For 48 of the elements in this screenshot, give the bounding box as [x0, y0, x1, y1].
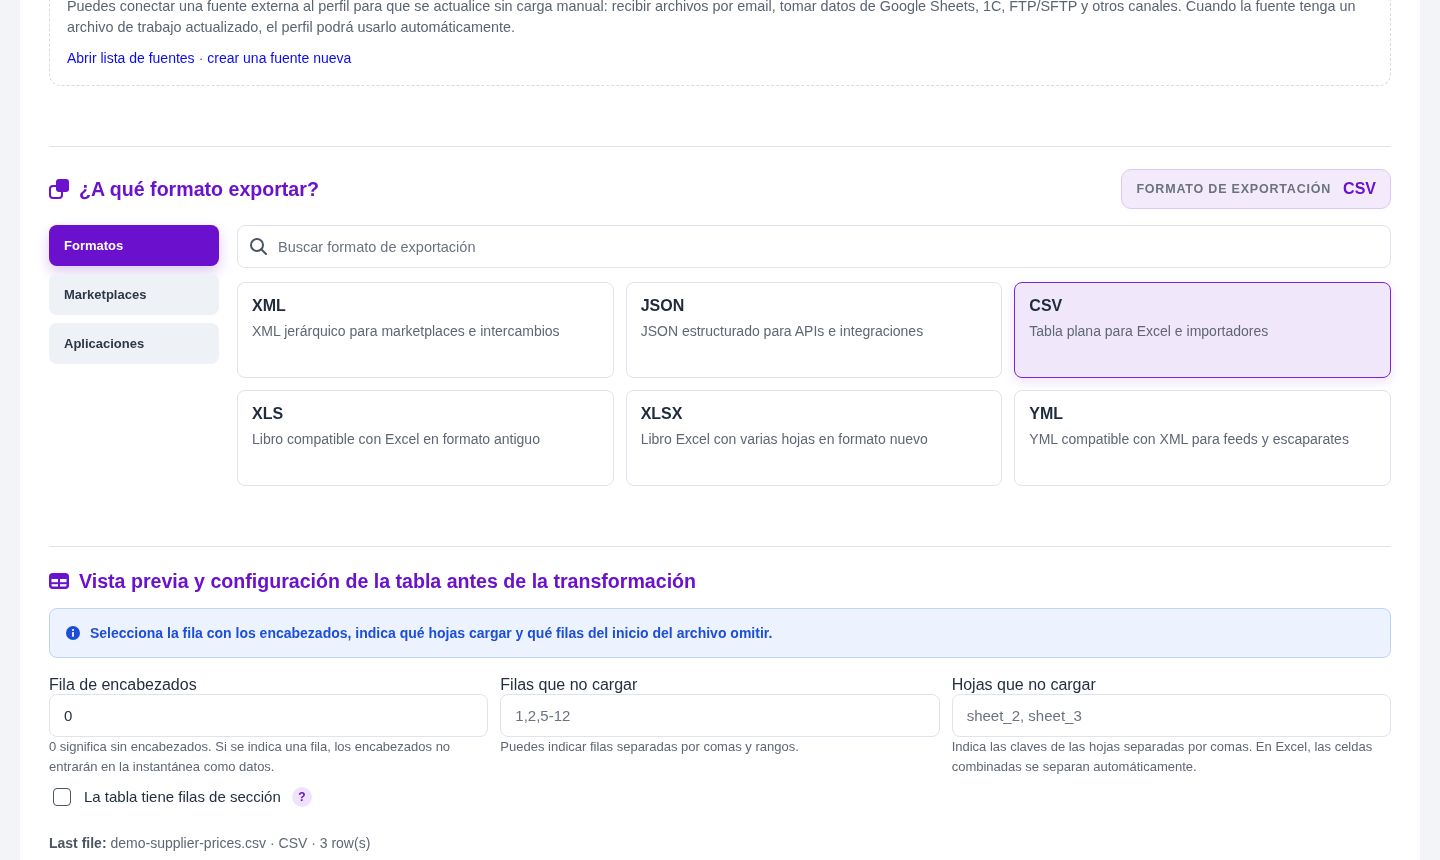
format-card-description: XML jerárquico para marketplaces e intercambios	[252, 322, 560, 341]
format-card[interactable]: XML XML jerárquico para marketplaces e intercambios	[237, 282, 614, 378]
export-format-value: CSV	[1343, 179, 1376, 199]
checkbox[interactable]	[53, 788, 71, 806]
checkbox-label: La tabla tiene filas de sección	[84, 786, 281, 807]
stacked-squares-icon	[49, 179, 69, 199]
format-card-title: XLS	[252, 404, 284, 424]
format-card-description: JSON estructurado para APIs e integraciones	[640, 322, 924, 341]
text-link[interactable]: Abrir lista de fuentes	[67, 48, 195, 69]
format-card[interactable]: XLS Libro compatible con Excel en formato antiguo	[237, 390, 614, 486]
format-card-description: Libro Excel con varias hojas en formato nuevo	[640, 430, 928, 449]
category-tab[interactable]: Marketplaces	[49, 274, 219, 315]
format-card-title: CSV	[1029, 296, 1063, 316]
format-card-description: YML compatible con XML para feeds y escaparates	[1029, 430, 1349, 449]
last-file-info: Last file: demo-supplier-prices.csv · CSV · 3 row(s)	[49, 834, 372, 853]
text-input[interactable]: sheet_2, sheet_3	[951, 694, 1391, 737]
format-card[interactable]: CSV Tabla plana para Excel e importadores	[1014, 282, 1391, 378]
search-icon	[250, 238, 267, 255]
field-help: Indica las claves de las hojas separadas por comas. En Excel, las celdas combinadas se separan automáticamente.	[951, 738, 1374, 776]
search-field[interactable]: Buscar formato de exportación	[237, 225, 1391, 268]
field-label: Hojas que no cargar	[951, 676, 1097, 694]
field-label: Fila de encabezados	[49, 676, 198, 694]
source-description: Puedes conectar una fuente externa al perfil para que se actualice sin carga manual: recibir archivos por email, tomar datos de Google Sheets, 1C, FTP/SFTP y otros canales. Cuando la fuente tenga un archivo de trabajo actualizado, el perfil podrá usarlo automáticamente.	[67, 0, 1357, 37]
help-badge[interactable]: ?	[291, 787, 312, 807]
table-icon	[49, 573, 69, 589]
info-icon	[66, 626, 80, 640]
format-card[interactable]: YML YML compatible con XML para feeds y escaparates	[1014, 390, 1391, 486]
format-card-title: XLSX	[640, 404, 683, 424]
link-separator: ·	[198, 49, 204, 68]
format-card-title: XML	[252, 296, 286, 316]
format-card[interactable]: XLSX Libro Excel con varias hojas en formato nuevo	[625, 390, 1003, 486]
field-label: Filas que no cargar	[500, 676, 639, 694]
format-card-title: YML	[1029, 404, 1064, 424]
category-tab[interactable]: Aplicaciones	[49, 323, 219, 364]
format-card-title: JSON	[640, 296, 685, 316]
format-card[interactable]: JSON JSON estructurado para APIs e integraciones	[625, 282, 1003, 378]
text-link[interactable]: crear una fuente nueva	[207, 48, 352, 69]
alert-text: Selecciona la fila con los encabezados, indica qué hojas cargar y qué filas del inicio del archivo omitir.	[90, 623, 773, 643]
format-card-description: Tabla plana para Excel e importadores	[1029, 322, 1269, 341]
field-help: Puedes indicar filas separadas por comas y rangos.	[500, 738, 800, 756]
text-input[interactable]: 0	[49, 694, 489, 737]
text-input[interactable]: 1,2,5-12	[500, 694, 940, 737]
field-help: 0 significa sin encabezados. Si se indica una fila, los encabezados no entrarán en la instantánea como datos.	[49, 738, 452, 776]
section-title: Vista previa y configuración de la tabla antes de la transformación	[79, 569, 697, 593]
format-card-description: Libro compatible con Excel en formato antiguo	[252, 430, 540, 449]
section-title: ¿A qué formato exportar?	[79, 177, 319, 201]
category-tab[interactable]: Formatos	[49, 225, 219, 266]
export-format-label: FORMATO DE EXPORTACIÓN	[1136, 180, 1332, 198]
